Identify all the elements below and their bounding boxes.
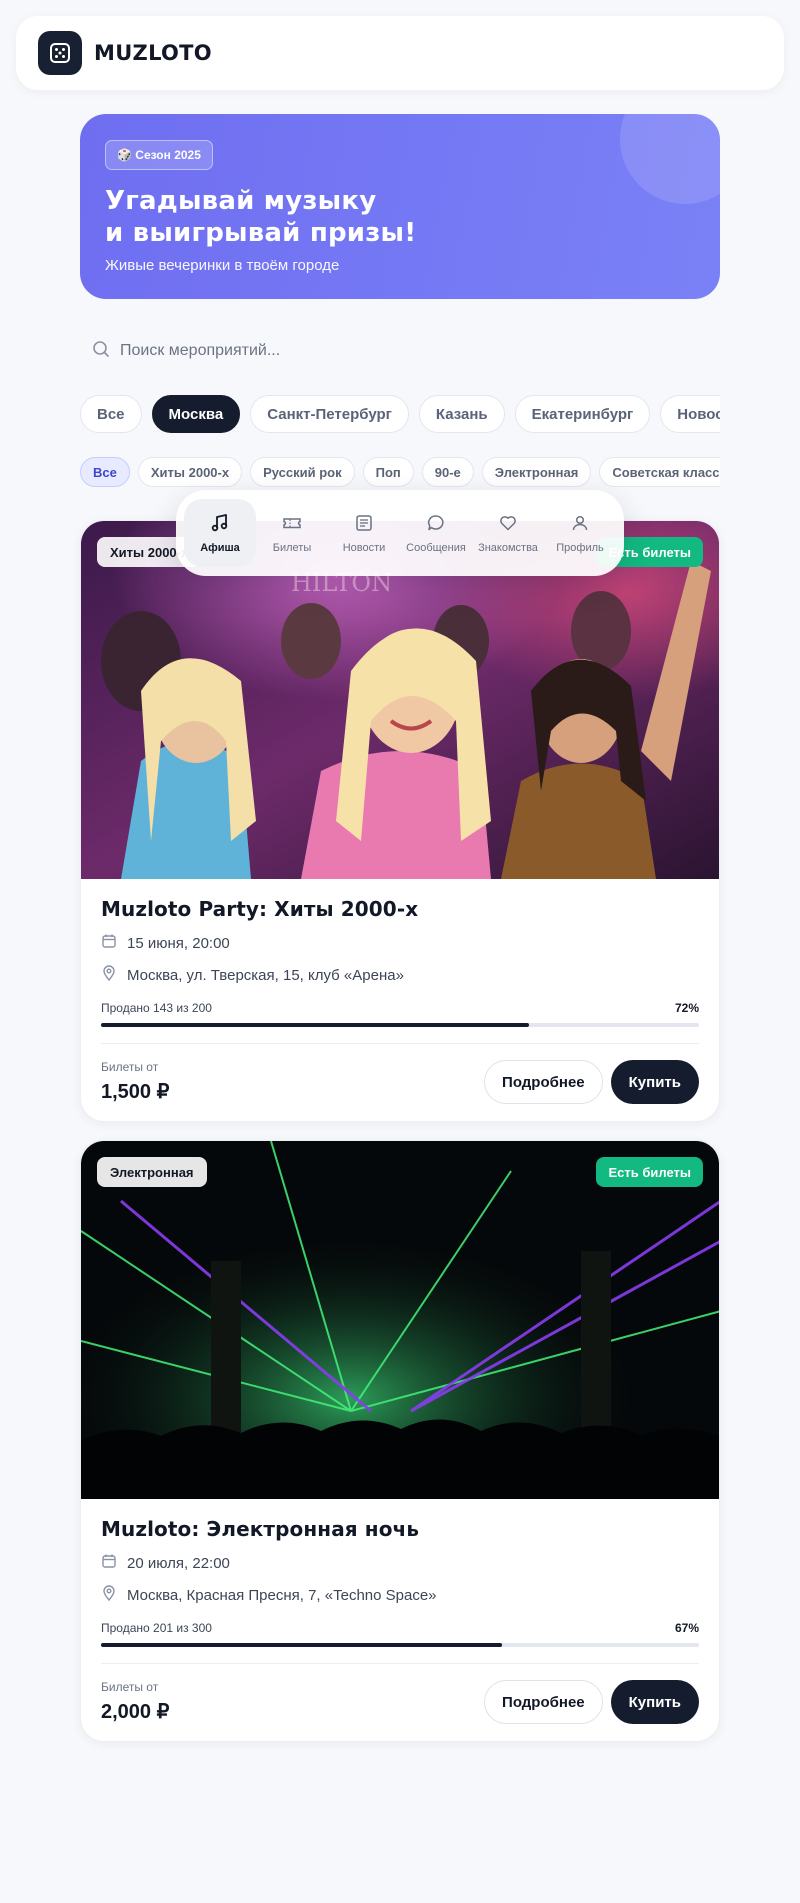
nav-item-label: Профиль <box>556 541 604 554</box>
city-chip[interactable]: Екатеринбург <box>514 395 651 433</box>
city-chip[interactable]: Казань <box>418 395 505 433</box>
sales-progress-fill <box>101 1023 529 1027</box>
nav-item-label: Афиша <box>200 541 240 554</box>
details-button[interactable]: Подробнее <box>484 1680 603 1724</box>
heart-icon <box>498 513 518 536</box>
price-value: 2,000 ₽ <box>101 1701 170 1723</box>
city-filter: Все Москва Санкт-Петербург Казань Екатеринбу… <box>80 395 720 433</box>
sold-percent: 72% <box>674 1001 699 1015</box>
nav-item[interactable]: Знакомства <box>472 499 544 567</box>
newspaper-icon <box>354 513 374 536</box>
genre-chip[interactable]: 90-е <box>421 457 474 487</box>
nav-item-label: Сообщения <box>406 541 466 554</box>
event-title[interactable]: Muzloto Party: Хиты 2000-х <box>101 897 699 921</box>
sales-progress-bar <box>101 1643 699 1647</box>
calendar-icon <box>101 1553 117 1573</box>
divider <box>101 1663 699 1664</box>
genre-chip[interactable]: Все <box>80 457 130 487</box>
calendar-icon <box>101 933 117 953</box>
nav-item[interactable]: Новости <box>328 499 400 567</box>
event-place: Москва, Красная Пресня, 7, «Techno Space… <box>127 1586 437 1604</box>
search-icon <box>92 340 110 363</box>
genre-chip[interactable]: Электронная <box>481 457 592 487</box>
season-badge: 🎲 Сезон 2025 <box>105 140 213 170</box>
nav-item[interactable]: Билеты <box>256 499 328 567</box>
event-date-row: 20 июля, 22:00 <box>101 1553 699 1573</box>
nav-item[interactable]: Афиша <box>184 499 256 567</box>
event-place-row: Москва, ул. Тверская, 15, клуб «Арена» <box>101 965 699 985</box>
music-note-icon <box>210 513 230 536</box>
event-title[interactable]: Muzloto: Электронная ночь <box>101 1517 699 1541</box>
price-value: 1,500 ₽ <box>101 1081 170 1103</box>
nav-item-label: Билеты <box>272 541 312 554</box>
sales-progress-bar <box>101 1023 699 1027</box>
city-chip[interactable]: Все <box>80 395 142 433</box>
sold-count: Продано 201 из 300 <box>101 1621 212 1635</box>
availability-badge: Есть билеты <box>596 1157 703 1187</box>
price-label: Билеты от <box>101 1680 159 1694</box>
chat-bubble-icon <box>426 513 446 536</box>
details-button[interactable]: Подробнее <box>484 1060 603 1104</box>
event-date-row: 15 июня, 20:00 <box>101 933 699 953</box>
genre-badge: Электронная <box>97 1157 207 1187</box>
nav-item-label: Знакомства <box>478 541 538 554</box>
search-bar <box>80 328 720 374</box>
search-input[interactable] <box>120 342 680 360</box>
buy-button[interactable]: Купить <box>610 1060 699 1104</box>
buy-button[interactable]: Купить <box>610 1680 699 1724</box>
nav-item[interactable]: Профиль <box>544 499 616 567</box>
sold-percent: 67% <box>674 1621 699 1635</box>
genre-chip[interactable]: Поп <box>362 457 414 487</box>
event-card[interactable]: HILTON Хиты 2000-х Есть билеты Muzloto P… <box>80 520 720 1122</box>
app-header: MUZLOTO <box>16 16 784 90</box>
nav-item[interactable]: Сообщения <box>400 499 472 567</box>
price-label: Билеты от <box>101 1060 159 1074</box>
hero-title: Угадывай музыку и выигрывай призы! <box>105 186 417 248</box>
genre-filter: Все Хиты 2000-х Русский рок Поп 90-е Электрон… <box>80 457 720 487</box>
event-date: 15 июня, 20:00 <box>127 934 230 952</box>
genre-chip[interactable]: Русский рок <box>250 457 355 487</box>
location-pin-icon <box>101 965 117 985</box>
event-place-row: Москва, Красная Пресня, 7, «Techno Space… <box>101 1585 699 1605</box>
location-pin-icon <box>101 1585 117 1605</box>
city-chip[interactable]: Новосибирск <box>660 395 720 433</box>
app-logo-text[interactable]: MUZLOTO <box>94 41 212 65</box>
dice-icon[interactable] <box>38 31 82 75</box>
laser-club-photo: Электронная Есть билеты <box>81 1141 719 1499</box>
user-icon <box>570 513 590 536</box>
genre-chip[interactable]: Хиты 2000-х <box>137 457 243 487</box>
city-chip[interactable]: Москва <box>151 395 241 433</box>
city-chip[interactable]: Санкт-Петербург <box>250 395 409 433</box>
sold-count: Продано 143 из 200 <box>101 1001 212 1015</box>
event-place: Москва, ул. Тверская, 15, клуб «Арена» <box>127 966 404 984</box>
event-card[interactable]: Электронная Есть билеты Muzloto: Электро… <box>80 1140 720 1742</box>
event-date: 20 июля, 22:00 <box>127 1554 230 1572</box>
nav-item-label: Новости <box>342 541 386 554</box>
hero-banner: 🎲 Сезон 2025 Угадывай музыку и выигрывай… <box>80 114 720 299</box>
bottom-navigation: Афиша Билеты Новости Сообщения Знакомства Про… <box>176 490 624 576</box>
genre-chip[interactable]: Советская классика <box>599 457 720 487</box>
ticket-icon <box>282 513 302 536</box>
sales-progress-fill <box>101 1643 502 1647</box>
hero-subtitle: Живые вечеринки в твоём городе <box>105 257 340 274</box>
divider <box>101 1043 699 1044</box>
